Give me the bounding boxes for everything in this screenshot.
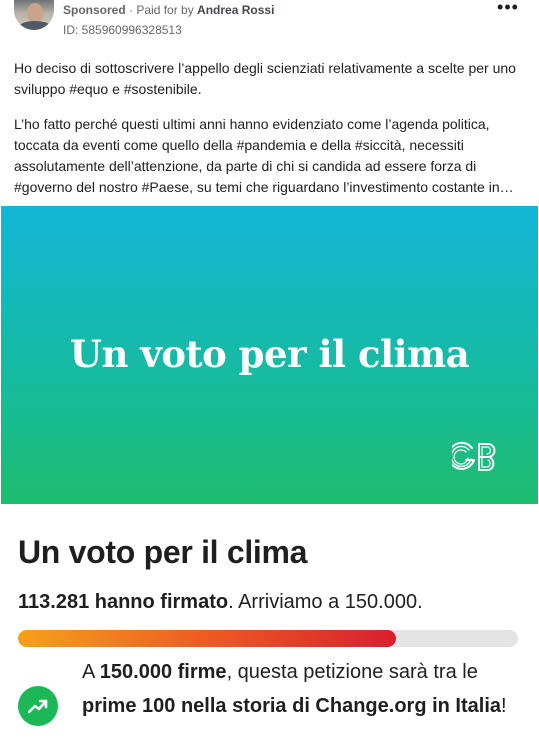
- progress-fill: [18, 630, 396, 647]
- post-paragraph-1: Ho deciso di sottoscrivere l’appello deg…: [14, 60, 516, 97]
- trend-badge: [18, 686, 58, 726]
- more-options-icon[interactable]: •••: [496, 0, 520, 18]
- advertiser-name[interactable]: Andrea Rossi: [197, 3, 274, 17]
- milestone-text: A 150.000 firme, questa petizione sarà t…: [82, 655, 522, 723]
- trending-up-icon: [28, 699, 48, 714]
- milestone-part-3: !: [501, 695, 507, 717]
- signature-count: 113.281 hanno firmato. Arriviamo a 150.0…: [18, 591, 423, 614]
- separator: ·: [125, 3, 137, 17]
- milestone-part-1: A: [82, 661, 100, 683]
- signature-progress-bar: [18, 630, 518, 647]
- post-paragraph-2: L’ho fatto perché questi ultimi anni han…: [14, 116, 514, 195]
- sponsored-label: Sponsored: [63, 3, 126, 17]
- avatar[interactable]: [14, 0, 54, 30]
- paid-for-label: Paid for by: [136, 3, 198, 17]
- post-header: Sponsored · Paid for by Andrea Rossi ID:…: [0, 0, 539, 44]
- signed-count: 113.281 hanno firmato: [18, 591, 229, 613]
- milestone-signatures: 150.000 firme: [99, 661, 227, 683]
- petition-title[interactable]: Un voto per il clima: [18, 534, 307, 571]
- banner-title: Un voto per il clima: [69, 332, 470, 376]
- goal-text: . Arriviamo a 150.000.: [228, 591, 423, 613]
- avatar-face: [27, 3, 43, 23]
- sponsored-line: Sponsored · Paid for by Andrea Rossi: [63, 3, 274, 17]
- ad-id: ID: 585960996328513: [63, 23, 182, 37]
- post-text: Ho deciso di sottoscrivere l’appello deg…: [14, 58, 528, 198]
- milestone-rank: prime 100 nella storia di Change.org in …: [82, 695, 502, 717]
- gb-logo-icon: GB: [452, 441, 496, 471]
- avatar-shoulders: [18, 21, 52, 30]
- milestone-part-2: , questa petizione sarà tra le: [226, 661, 478, 683]
